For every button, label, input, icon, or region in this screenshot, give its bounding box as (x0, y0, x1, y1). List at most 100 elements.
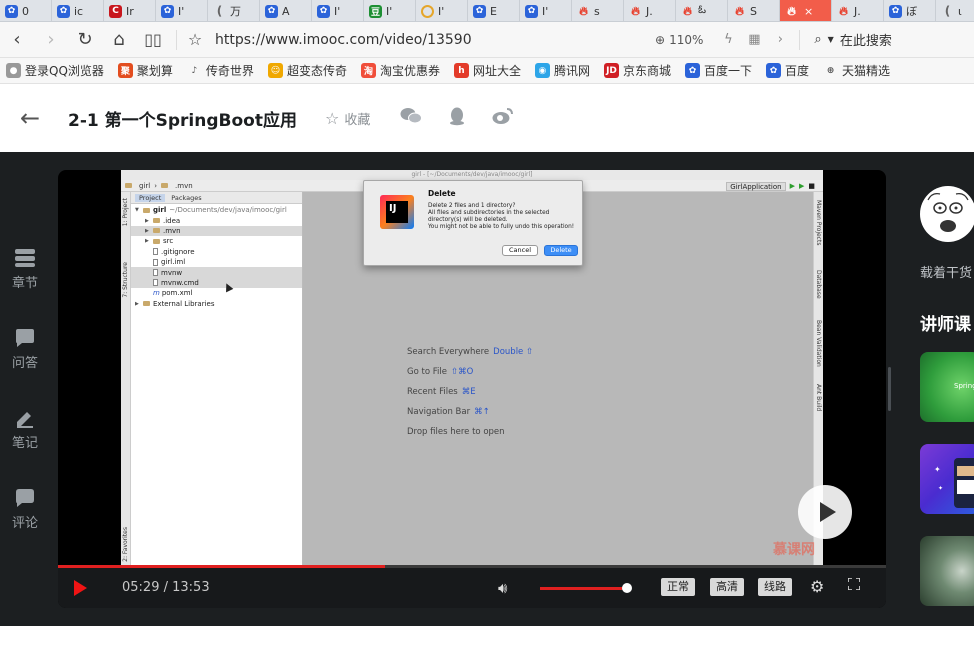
browser-tab[interactable]: ✿ E (468, 0, 520, 21)
flame-favicon-icon: 🔥︎ (579, 3, 588, 18)
bookmark-label: 百度 (785, 64, 810, 78)
course-thumbnail[interactable] (920, 536, 974, 606)
library-icon (143, 301, 150, 307)
chevron-right-icon[interactable]: › (767, 32, 793, 47)
bookmark-item[interactable]: ⊕ 天猫精选 (823, 62, 890, 79)
search-placeholder: 在此搜索 (839, 34, 892, 49)
volume-icon[interactable]: 🔊︎ (498, 579, 507, 597)
packages-tab: Packages (171, 193, 202, 202)
home-icon[interactable]: ⌂ (102, 22, 136, 58)
caret-icon: ▼ (135, 207, 139, 214)
browser-tab[interactable]: C Ir (104, 0, 156, 21)
wechat-share-icon[interactable] (400, 107, 423, 130)
browser-tab[interactable]: ✿ A (260, 0, 312, 21)
video-frame[interactable]: girl - [~/Documents/dev/java/imooc/girl]… (121, 170, 823, 565)
big-play-button[interactable] (798, 485, 852, 539)
qr-icon[interactable]: ▦ (741, 32, 767, 47)
bookmark-item[interactable]: h 网址大全 (453, 62, 521, 79)
browser-tab-active[interactable]: 🔥︎ × (780, 0, 832, 21)
bookmark-item[interactable]: ✿ 百度一下 (685, 62, 752, 79)
bookmark-item[interactable]: ● 登录QQ浏览器 (6, 62, 104, 79)
file-icon (153, 269, 158, 277)
back-icon[interactable]: ‹ (0, 22, 34, 58)
hint-text: Drop files here to open (407, 427, 505, 437)
lightning-icon[interactable]: ϟ (715, 32, 741, 47)
quality-hd-button[interactable]: 高清 (710, 578, 744, 596)
teacher-avatar[interactable] (920, 186, 974, 242)
favorite-button[interactable]: ☆ 收藏 (325, 109, 370, 128)
browser-tab[interactable]: ✿ I' (520, 0, 572, 21)
url-input[interactable]: https://www.imooc.com/video/13590 (215, 32, 625, 48)
play-button[interactable] (74, 580, 87, 596)
panel-resize-handle[interactable] (888, 367, 891, 411)
zoom-indicator[interactable]: ⊕ 110% (655, 33, 703, 47)
run-icon: ▶ (789, 182, 795, 190)
file-icon (153, 248, 158, 256)
tab-label: J. (854, 4, 861, 18)
breadcrumb-item: girl (139, 181, 151, 190)
browser-tab[interactable]: 🔥︎ J. (832, 0, 884, 21)
sidebar-item-qa[interactable]: 问答 (0, 328, 50, 371)
reload-icon[interactable]: ↻ (68, 22, 102, 58)
flame-favicon-icon: 🔥︎ (839, 3, 848, 18)
sidebar-item-notes[interactable]: 笔记 (0, 408, 50, 451)
weibo-share-icon[interactable] (492, 107, 514, 130)
tab-label: I' (334, 4, 341, 18)
course-thumbnail[interactable]: Spring (920, 352, 974, 422)
star-icon[interactable]: ☆ (183, 22, 207, 58)
back-arrow-icon[interactable]: ← (0, 104, 60, 132)
bookmark-item[interactable]: ◉ 腾讯网 (534, 62, 590, 79)
breadcrumb-item: .mvn (175, 181, 193, 190)
browser-tab[interactable]: (万 (208, 0, 260, 21)
tree-label: src (163, 237, 174, 246)
bookmark-label: 超变态传奇 (286, 64, 347, 78)
search-engine-dropdown-icon[interactable]: ▼ (828, 35, 834, 44)
bookmark-item[interactable]: 淘淘宝优惠券 (360, 62, 440, 79)
quality-normal-button[interactable]: 正常 (661, 578, 695, 596)
browser-tab[interactable]: 🔥︎ s (572, 0, 624, 21)
search-box[interactable]: ⌕ ▼ 在此搜索 (814, 30, 891, 49)
browser-tab[interactable]: ✿ ic (52, 0, 104, 21)
sidebar-item-comments[interactable]: 评论 (0, 488, 50, 531)
bookmark-item[interactable]: ✿ 百度 (766, 62, 809, 79)
browser-tab[interactable]: ✿ I' (156, 0, 208, 21)
bookmark-item[interactable]: ♪ 传奇世界 (187, 62, 254, 79)
route-button[interactable]: 线路 (758, 578, 792, 596)
tab-label: 万 (230, 5, 241, 18)
bookmark-item[interactable]: 聚聚划算 (117, 62, 173, 79)
pen-icon (17, 412, 33, 428)
gray-favicon-icon: ( (944, 4, 951, 18)
tab-label: 0 (22, 4, 29, 18)
browser-tab[interactable]: 豆 I' (364, 0, 416, 21)
tab-label: J. (646, 4, 653, 18)
browser-tab[interactable]: I' (416, 0, 468, 21)
browser-tab[interactable]: ✿ I' (312, 0, 364, 21)
folder-icon (143, 207, 150, 213)
bookmark-item[interactable]: JD 京东商城 (604, 62, 671, 79)
lesson-title: 2-1 第一个SpringBoot应用 (68, 110, 297, 131)
tree-row: mvnw.cmd (131, 277, 302, 289)
gear-icon[interactable]: ⚙ (810, 577, 824, 596)
browser-tab[interactable]: 🔥︎ S (728, 0, 780, 21)
project-tree: ▼ girl ~/Documents/dev/java/imooc/girl ▶ .id… (131, 204, 302, 309)
browser-tab[interactable]: (ι (936, 0, 974, 21)
volume-handle[interactable] (622, 583, 632, 593)
course-thumbnail[interactable]: ✦ ✦ (920, 444, 974, 514)
qq-share-icon[interactable] (448, 106, 466, 131)
tab-label: I' (178, 4, 185, 18)
browser-tab[interactable]: ✿ ぼ (884, 0, 936, 21)
fullscreen-icon[interactable] (848, 578, 860, 590)
volume-slider[interactable] (540, 587, 628, 590)
forward-icon[interactable]: › (34, 22, 68, 58)
player-stage: 章节 问答 笔记 评论 girl - [~/Documents/dev/java… (0, 152, 974, 626)
reader-icon[interactable]: ▯▯ (136, 22, 170, 58)
browser-tab[interactable]: 🔥︎ J. (624, 0, 676, 21)
browser-tab[interactable]: ✿ 0 (0, 0, 52, 21)
flame-favicon-icon: 🔥︎ (683, 3, 692, 18)
gray-favicon-icon: ( (216, 4, 223, 18)
video-player[interactable]: girl - [~/Documents/dev/java/imooc/girl]… (58, 170, 886, 608)
bookmark-item[interactable]: ☺ 超变态传奇 (267, 62, 347, 79)
browser-tab[interactable]: 🔥︎ ఓ (676, 0, 728, 21)
tree-label: girl (153, 206, 167, 215)
sidebar-item-chapters[interactable]: 章节 (0, 248, 50, 291)
